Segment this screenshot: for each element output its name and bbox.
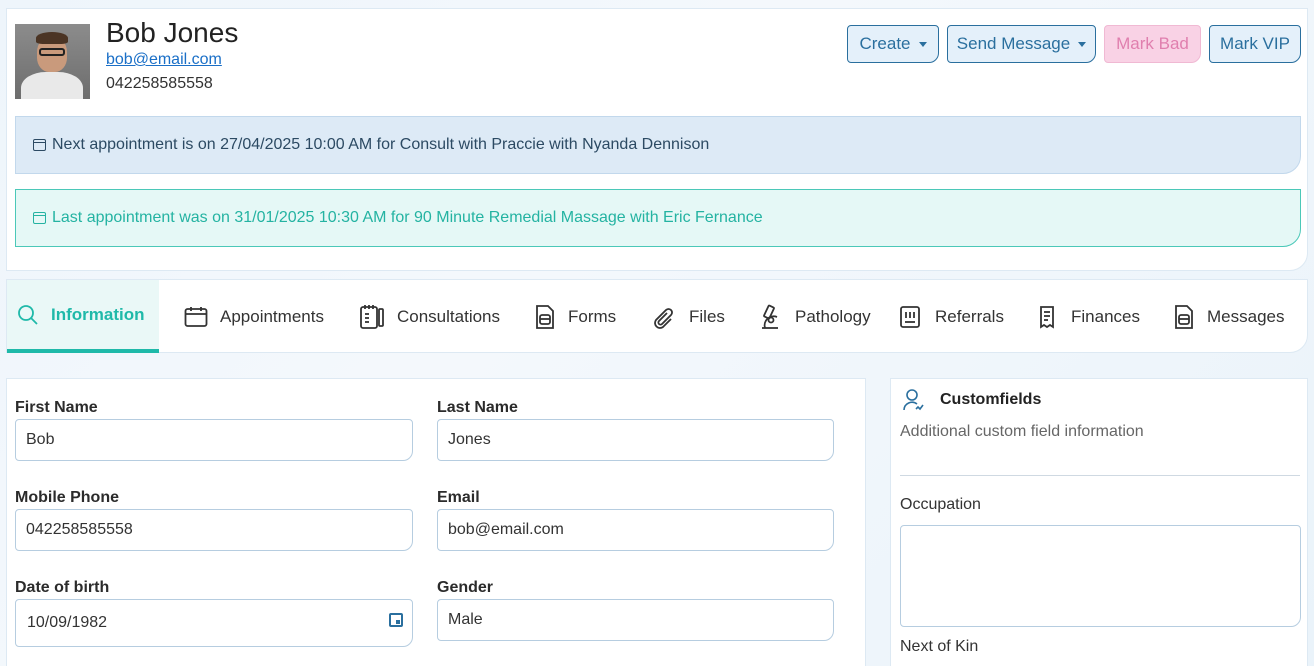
- tab-forms[interactable]: Forms: [534, 280, 616, 353]
- calendar-icon: [33, 212, 46, 224]
- divider: [900, 475, 1300, 476]
- customfields-subtitle: Additional custom field information: [900, 423, 1144, 440]
- first-name-label: First Name: [15, 399, 98, 416]
- last-name-field[interactable]: [437, 419, 834, 461]
- occupation-field[interactable]: [900, 525, 1301, 627]
- send-message-dropdown-button[interactable]: Send Message: [947, 25, 1096, 63]
- notes-icon: [360, 304, 384, 329]
- mark-vip-button[interactable]: Mark VIP: [1209, 25, 1301, 63]
- tab-label: Files: [689, 306, 725, 326]
- mark-vip-button-label: Mark VIP: [1220, 34, 1290, 53]
- next-of-kin-label: Next of Kin: [900, 638, 979, 655]
- chevron-down-icon: [918, 41, 927, 47]
- email-field[interactable]: [437, 509, 834, 551]
- patient-header-card: Bob Jones bob@email.com 042258585558 Cre…: [6, 8, 1308, 271]
- tab-referrals[interactable]: Referrals: [899, 280, 1004, 353]
- message-icon: [1175, 304, 1193, 329]
- patient-info-form: First Name Last Name Mobile Phone Email …: [6, 378, 866, 666]
- tab-label: Forms: [568, 306, 617, 326]
- receipt-icon: [1040, 305, 1054, 329]
- tab-files[interactable]: Files: [653, 280, 725, 353]
- next-appointment-text: Next appointment is on 27/04/2025 10:00 …: [52, 136, 710, 153]
- last-appointment-text: Last appointment was on 31/01/2025 10:30…: [52, 209, 763, 226]
- gender-field[interactable]: [437, 599, 834, 641]
- tab-label: Finances: [1071, 306, 1140, 326]
- tab-finances[interactable]: Finances: [1037, 280, 1140, 353]
- microscope-icon: [762, 304, 778, 329]
- tab-label: Appointments: [220, 306, 324, 326]
- chevron-down-icon: [1078, 41, 1087, 47]
- date-of-birth-wrapper: [15, 599, 413, 647]
- paperclip-icon: [654, 307, 673, 329]
- tab-label: Information: [51, 304, 145, 324]
- tab-consultations[interactable]: Consultations: [359, 280, 500, 353]
- next-appointment-alert: Next appointment is on 27/04/2025 10:00 …: [15, 116, 1301, 174]
- create-button-label: Create: [859, 34, 911, 53]
- calendar-picker-icon[interactable]: [389, 613, 403, 627]
- user-edit-icon: [903, 389, 924, 411]
- tab-label: Pathology: [795, 306, 871, 326]
- mobile-phone-label: Mobile Phone: [15, 489, 119, 506]
- tab-information[interactable]: Information: [7, 280, 159, 353]
- last-appointment-alert: Last appointment was on 31/01/2025 10:30…: [15, 189, 1301, 247]
- customfields-title: Customfields: [940, 391, 1042, 408]
- email-label: Email: [437, 489, 480, 506]
- date-of-birth-label: Date of birth: [15, 579, 110, 596]
- tab-label: Consultations: [397, 306, 501, 326]
- tab-pathology[interactable]: Pathology: [757, 280, 871, 353]
- create-dropdown-button[interactable]: Create: [847, 25, 939, 63]
- form-icon: [536, 304, 554, 329]
- patient-name: Bob Jones: [106, 17, 239, 48]
- referral-icon: [900, 305, 920, 328]
- first-name-field[interactable]: [15, 419, 413, 461]
- mark-bad-button-label: Mark Bad: [1116, 34, 1189, 53]
- calendar-icon: [184, 306, 208, 327]
- customfields-panel: Customfields Additional custom field inf…: [890, 378, 1308, 666]
- tab-messages[interactable]: Messages: [1173, 280, 1284, 353]
- mark-bad-button[interactable]: Mark Bad: [1104, 25, 1201, 63]
- patient-avatar: [15, 24, 90, 99]
- last-name-label: Last Name: [437, 399, 518, 416]
- calendar-icon: [33, 139, 46, 151]
- date-of-birth-field[interactable]: [15, 599, 413, 647]
- tab-label: Referrals: [935, 306, 1004, 326]
- tab-label: Messages: [1207, 306, 1285, 326]
- patient-email-link[interactable]: bob@email.com: [106, 51, 222, 69]
- send-message-button-label: Send Message: [956, 34, 1071, 53]
- patient-tabs-bar: Information Appointments Consultations F…: [6, 279, 1308, 353]
- tab-appointments[interactable]: Appointments: [184, 280, 324, 353]
- search-icon: [18, 304, 38, 325]
- gender-label: Gender: [437, 579, 494, 596]
- mobile-phone-field[interactable]: [15, 509, 413, 551]
- patient-phone: 042258585558: [106, 75, 213, 92]
- occupation-label: Occupation: [900, 496, 981, 513]
